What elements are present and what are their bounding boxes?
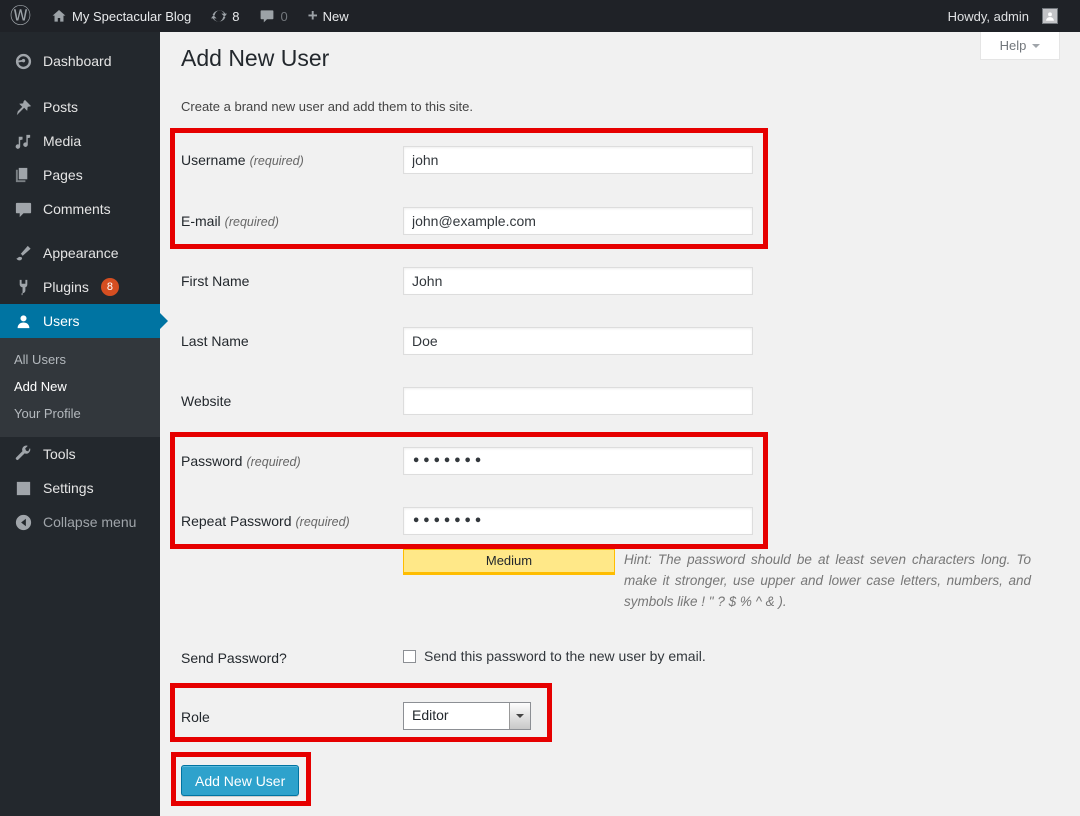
submenu-item-your-profile[interactable]: Your Profile	[0, 400, 160, 427]
sidebar-item-label: Plugins	[43, 279, 89, 295]
chevron-down-icon	[516, 714, 524, 722]
sidebar-item-label: Collapse menu	[43, 514, 136, 530]
first-name-field[interactable]	[403, 267, 753, 295]
add-new-user-button[interactable]: Add New User	[181, 765, 299, 796]
username-label: Username(required)	[181, 152, 399, 168]
page-title: Add New User	[181, 45, 329, 72]
wrench-icon	[14, 445, 33, 464]
wordpress-logo-icon: Ⓦ	[10, 0, 31, 32]
media-icon	[14, 132, 33, 151]
sidebar-item-media[interactable]: Media	[0, 124, 160, 158]
updates-menu[interactable]: 8	[201, 0, 249, 32]
sidebar-item-label: Posts	[43, 99, 78, 115]
password-field[interactable]	[403, 447, 753, 475]
last-name-field[interactable]	[403, 327, 753, 355]
sidebar-item-label: Dashboard	[43, 53, 112, 69]
sidebar-item-appearance[interactable]: Appearance	[0, 236, 160, 270]
required-hint: (required)	[250, 154, 304, 168]
first-name-label: First Name	[181, 273, 399, 289]
help-button[interactable]: Help	[980, 32, 1060, 60]
sidebar-item-label: Users	[43, 313, 80, 329]
email-label: E-mail(required)	[181, 213, 399, 229]
updates-icon	[211, 8, 227, 24]
select-dropdown-button[interactable]	[509, 703, 530, 729]
wordpress-logo-menu[interactable]: Ⓦ	[0, 0, 41, 32]
submenu-item-add-new[interactable]: Add New	[0, 373, 160, 400]
required-hint: (required)	[225, 215, 279, 229]
email-field[interactable]	[403, 207, 753, 235]
role-label: Role	[181, 709, 399, 725]
comments-count: 0	[280, 9, 287, 24]
comments-menu[interactable]: 0	[249, 0, 297, 32]
dashboard-icon	[14, 52, 33, 71]
sidebar-item-label: Appearance	[43, 245, 119, 261]
sidebar-item-collapse-menu[interactable]: Collapse menu	[0, 505, 160, 539]
sidebar-item-label: Comments	[43, 201, 111, 217]
password-label: Password(required)	[181, 453, 399, 469]
sliders-icon	[14, 479, 33, 498]
send-password-row: Send this password to the new user by em…	[403, 648, 706, 664]
admin-menu: Dashboard Posts Media Pages Comments App…	[0, 32, 160, 338]
sidebar-item-users[interactable]: Users	[0, 304, 160, 338]
sidebar-item-comments[interactable]: Comments	[0, 192, 160, 226]
new-label: New	[323, 9, 349, 24]
users-icon	[14, 312, 33, 331]
required-hint: (required)	[296, 515, 350, 529]
role-select[interactable]: Editor	[403, 702, 531, 730]
required-hint: (required)	[246, 455, 300, 469]
updates-count: 8	[232, 9, 239, 24]
sidebar-item-label: Pages	[43, 167, 83, 183]
comment-icon	[14, 200, 33, 219]
howdy-text: Howdy, admin	[948, 9, 1029, 24]
collapse-circle-icon	[14, 513, 33, 532]
home-icon	[51, 8, 67, 24]
avatar	[1042, 8, 1058, 24]
current-menu-arrow	[159, 312, 168, 330]
page-subtitle: Create a brand new user and add them to …	[181, 99, 473, 114]
sidebar-item-plugins[interactable]: Plugins 8	[0, 270, 160, 304]
website-field[interactable]	[403, 387, 753, 415]
site-name: My Spectacular Blog	[72, 9, 191, 24]
comments-bubble-icon	[259, 8, 275, 24]
admin-menu-lower: Tools Settings Collapse menu	[0, 437, 160, 539]
sidebar-item-posts[interactable]: Posts	[0, 90, 160, 124]
sidebar-item-tools[interactable]: Tools	[0, 437, 160, 471]
admin-sidebar: Dashboard Posts Media Pages Comments App…	[0, 32, 160, 816]
my-account-menu[interactable]: Howdy, admin	[938, 0, 1080, 32]
send-password-label: Send Password?	[181, 650, 399, 666]
users-submenu: All Users Add New Your Profile	[0, 338, 160, 437]
repeat-password-field[interactable]	[403, 507, 753, 535]
repeat-password-label: Repeat Password(required)	[181, 513, 399, 529]
new-content-menu[interactable]: + New	[298, 0, 359, 32]
chevron-down-icon	[1032, 44, 1040, 52]
brush-icon	[14, 244, 33, 263]
person-icon	[1044, 10, 1056, 22]
sidebar-item-label: Settings	[43, 480, 94, 496]
plug-icon	[14, 278, 33, 297]
plus-icon: +	[308, 1, 318, 31]
send-password-checkbox[interactable]	[403, 650, 416, 663]
plugins-update-badge: 8	[101, 278, 119, 296]
website-label: Website	[181, 393, 399, 409]
password-strength-meter: Medium	[403, 549, 615, 575]
sidebar-item-settings[interactable]: Settings	[0, 471, 160, 505]
password-hint-block: Medium Hint: The password should be at l…	[403, 549, 1031, 612]
sidebar-item-pages[interactable]: Pages	[0, 158, 160, 192]
role-selected-value: Editor	[404, 703, 509, 729]
send-password-checkbox-label: Send this password to the new user by em…	[424, 648, 706, 664]
submenu-item-all-users[interactable]: All Users	[0, 346, 160, 373]
sidebar-item-label: Media	[43, 133, 81, 149]
sidebar-item-dashboard[interactable]: Dashboard	[0, 44, 160, 78]
pushpin-icon	[14, 98, 33, 117]
help-label: Help	[1000, 38, 1027, 53]
username-field[interactable]	[403, 146, 753, 174]
site-name-menu[interactable]: My Spectacular Blog	[41, 0, 201, 32]
last-name-label: Last Name	[181, 333, 399, 349]
pages-icon	[14, 166, 33, 185]
sidebar-item-label: Tools	[43, 446, 76, 462]
admin-toolbar: Ⓦ My Spectacular Blog 8 0 + New Howdy, a…	[0, 0, 1080, 32]
